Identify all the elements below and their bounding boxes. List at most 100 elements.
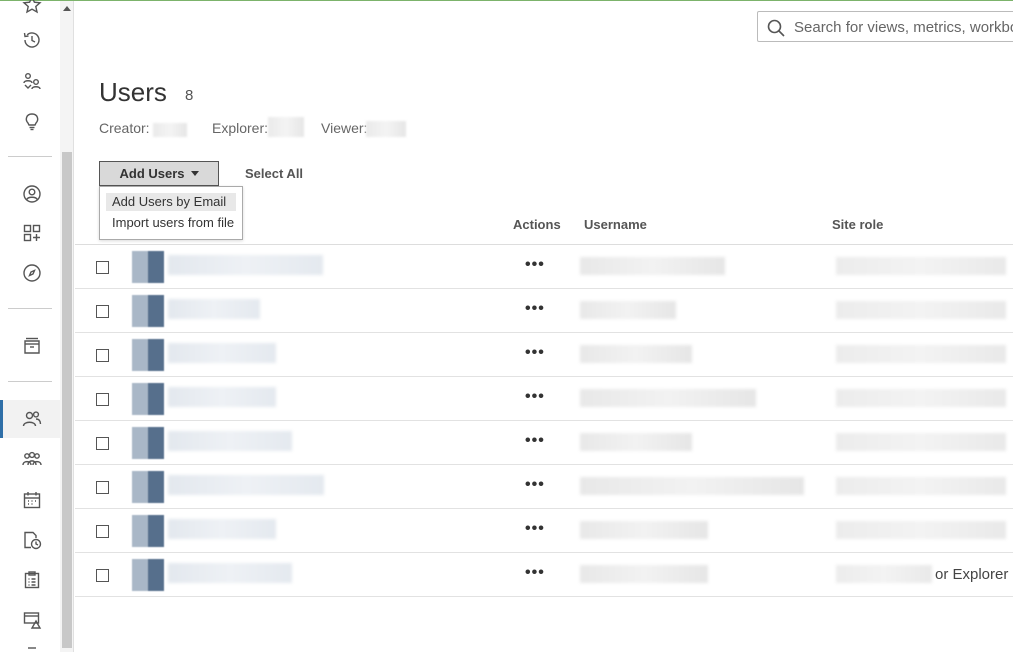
- avatar: [132, 471, 164, 503]
- display-name-redacted: [168, 475, 324, 495]
- explorer-label: Explorer:: [212, 120, 269, 136]
- row-checkbox[interactable]: [96, 305, 109, 318]
- page-title: Users: [99, 77, 167, 107]
- nav-divider: [8, 381, 52, 382]
- star-icon[interactable]: [20, 0, 44, 17]
- row-actions-button[interactable]: •••: [525, 389, 545, 405]
- table-row[interactable]: •••: [75, 465, 1013, 509]
- menu-item-import-users-from-file[interactable]: Import users from file: [106, 214, 236, 232]
- site-role-redacted: [836, 345, 1006, 363]
- avatar: [132, 295, 164, 327]
- username-redacted: [580, 521, 708, 539]
- username-redacted: [580, 433, 692, 451]
- explore-icon[interactable]: [20, 261, 44, 285]
- column-header-site-role[interactable]: Site role: [832, 217, 883, 232]
- display-name-redacted: [168, 387, 276, 407]
- add-users-menu: Add Users by Email Import users from fil…: [99, 186, 243, 240]
- row-checkbox[interactable]: [96, 569, 109, 582]
- display-name-redacted: [168, 519, 276, 539]
- shared-with-me-icon[interactable]: [20, 69, 44, 93]
- avatar: [132, 515, 164, 547]
- site-role-redacted: [836, 257, 1006, 275]
- row-actions-button[interactable]: •••: [525, 565, 545, 581]
- avatar: [132, 427, 164, 459]
- viewer-label: Viewer:: [321, 120, 368, 136]
- column-header-username[interactable]: Username: [584, 217, 647, 232]
- row-checkbox[interactable]: [96, 525, 109, 538]
- display-name-redacted: [168, 299, 260, 319]
- collections-icon[interactable]: [20, 221, 44, 245]
- personal-space-icon[interactable]: [20, 182, 44, 206]
- select-all-button[interactable]: Select All: [245, 166, 303, 181]
- nav-scrollbar-thumb[interactable]: [62, 152, 72, 648]
- row-actions-button[interactable]: •••: [525, 433, 545, 449]
- more-nav-icon[interactable]: [20, 642, 44, 652]
- table-row[interactable]: •••: [75, 333, 1013, 377]
- row-checkbox[interactable]: [96, 393, 109, 406]
- chevron-down-icon: [190, 171, 199, 176]
- site-role-redacted: [836, 301, 1006, 319]
- row-actions-button[interactable]: •••: [525, 477, 545, 493]
- display-name-redacted: [168, 431, 292, 451]
- site-role-text: or Explorer: [935, 566, 1009, 583]
- nav-divider: [8, 156, 52, 157]
- tasks-icon[interactable]: [20, 568, 44, 592]
- table-row[interactable]: •••: [75, 421, 1013, 465]
- scroll-up-arrow-icon[interactable]: [63, 6, 71, 11]
- avatar: [132, 559, 164, 591]
- top-accent-border: [0, 0, 1013, 1]
- row-actions-button[interactable]: •••: [525, 521, 545, 537]
- table-row[interactable]: •••: [75, 245, 1013, 289]
- table-row[interactable]: ••• or Explorer: [75, 553, 1013, 597]
- schedules-icon[interactable]: [20, 488, 44, 512]
- menu-item-add-users-by-email[interactable]: Add Users by Email: [106, 193, 236, 211]
- row-actions-button[interactable]: •••: [525, 257, 545, 273]
- username-redacted: [580, 345, 692, 363]
- left-nav: [0, 0, 60, 652]
- history-icon[interactable]: [20, 28, 44, 52]
- groups-icon[interactable]: [20, 448, 44, 472]
- add-users-label: Add Users: [119, 166, 185, 181]
- search-icon: [767, 19, 785, 37]
- table-row[interactable]: •••: [75, 289, 1013, 333]
- row-checkbox[interactable]: [96, 481, 109, 494]
- display-name-redacted: [168, 255, 323, 275]
- row-checkbox[interactable]: [96, 437, 109, 450]
- display-name-redacted: [168, 563, 292, 583]
- site-role-redacted: [836, 521, 1006, 539]
- row-actions-button[interactable]: •••: [525, 345, 545, 361]
- external-assets-icon[interactable]: [20, 334, 44, 358]
- avatar: [132, 383, 164, 415]
- recommendations-icon[interactable]: [20, 109, 44, 133]
- jobs-icon[interactable]: [20, 528, 44, 552]
- display-name-redacted: [168, 343, 276, 363]
- viewer-count-redacted: [366, 121, 406, 137]
- row-checkbox[interactable]: [96, 349, 109, 362]
- username-redacted: [580, 389, 756, 407]
- column-header-actions[interactable]: Actions: [513, 217, 561, 232]
- username-redacted: [580, 257, 725, 275]
- site-role-redacted: [836, 477, 1006, 495]
- data-alerts-icon[interactable]: [20, 608, 44, 632]
- username-redacted: [580, 301, 676, 319]
- creator-label: Creator:: [99, 120, 150, 136]
- site-role-redacted: [836, 433, 1006, 451]
- search-input[interactable]: [794, 16, 1013, 38]
- user-count-badge: 8: [185, 87, 194, 104]
- add-users-button[interactable]: Add Users: [99, 161, 219, 186]
- avatar: [132, 339, 164, 371]
- explorer-count-redacted: [268, 117, 304, 137]
- nav-divider: [8, 308, 52, 309]
- table-row[interactable]: •••: [75, 509, 1013, 553]
- search-box[interactable]: [757, 11, 1013, 42]
- users-icon[interactable]: [20, 407, 44, 431]
- row-checkbox[interactable]: [96, 261, 109, 274]
- row-actions-button[interactable]: •••: [525, 301, 545, 317]
- creator-count-redacted: [153, 123, 187, 137]
- site-role-redacted: [836, 565, 932, 583]
- avatar: [132, 251, 164, 283]
- site-role-redacted: [836, 389, 1006, 407]
- username-redacted: [580, 565, 708, 583]
- table-row[interactable]: •••: [75, 377, 1013, 421]
- username-redacted: [580, 477, 804, 495]
